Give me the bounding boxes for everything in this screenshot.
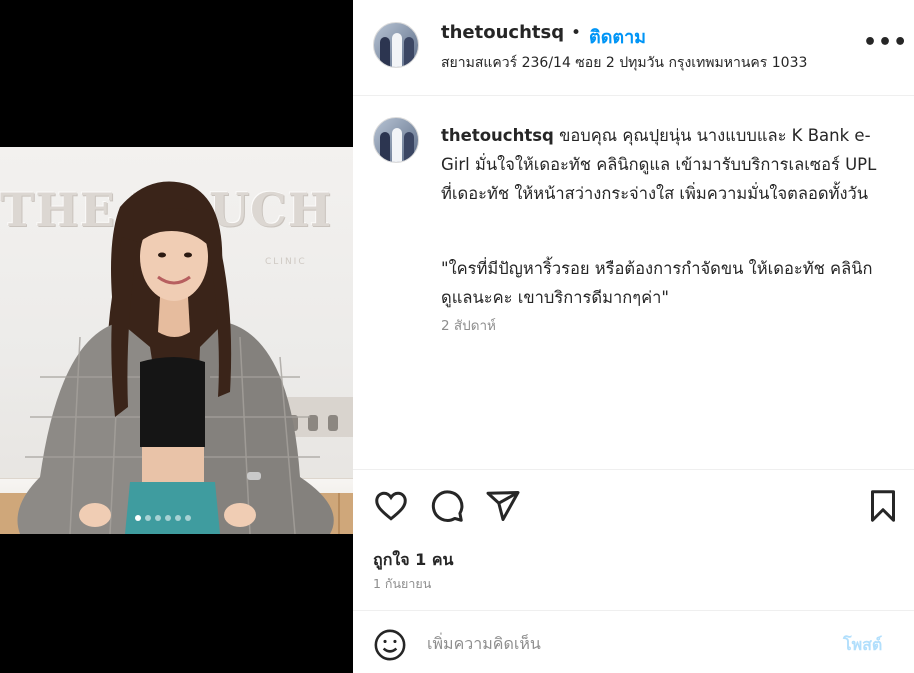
more-options-icon[interactable]: ••• bbox=[863, 30, 907, 60]
carousel-dot bbox=[144, 515, 151, 521]
likes-count[interactable]: ถูกใจ 1 คน bbox=[373, 548, 453, 573]
carousel-dot bbox=[134, 515, 141, 521]
separator-dot: • bbox=[571, 23, 582, 43]
bookmark-icon[interactable] bbox=[865, 488, 901, 524]
post-media: THE TOUCH CLINIC bbox=[0, 0, 353, 673]
post-header: thetouchtsq • ติดตาม สยามสแควร์ 236/14 ซ… bbox=[353, 0, 914, 96]
comment-icon[interactable] bbox=[429, 488, 465, 524]
carousel-indicator bbox=[0, 506, 339, 521]
caption-avatar[interactable] bbox=[373, 117, 419, 163]
comment-input[interactable] bbox=[427, 625, 817, 661]
location-link[interactable]: สยามสแควร์ 236/14 ซอย 2 ปทุมวัน กรุงเทพม… bbox=[441, 52, 807, 74]
heart-icon[interactable] bbox=[373, 488, 409, 524]
caption-username[interactable]: thetouchtsq bbox=[441, 126, 554, 145]
caption-quote: "ใครที่มีปัญหาริ้วรอย หรือต้องการกำจัดขน… bbox=[441, 259, 873, 307]
model-figure bbox=[17, 181, 334, 534]
post-photo[interactable]: THE TOUCH CLINIC bbox=[0, 147, 353, 534]
post-button[interactable]: โพสต์ bbox=[843, 633, 882, 658]
follow-button[interactable]: ติดตาม bbox=[589, 22, 646, 51]
smiley-icon[interactable] bbox=[373, 628, 407, 662]
comment-bar: โพสต์ bbox=[353, 610, 914, 673]
header-username[interactable]: thetouchtsq bbox=[441, 22, 564, 43]
carousel-dot bbox=[154, 515, 161, 521]
carousel-dot bbox=[164, 515, 171, 521]
post-details-panel: thetouchtsq • ติดตาม สยามสแควร์ 236/14 ซ… bbox=[353, 0, 914, 673]
caption-text: thetouchtsq ขอบคุณ คุณปุยนุ่น นางแบบและ … bbox=[441, 121, 891, 208]
caption-timestamp[interactable]: 2 สัปดาห์ bbox=[441, 314, 496, 336]
caption-section: thetouchtsq ขอบคุณ คุณปุยนุ่น นางแบบและ … bbox=[353, 97, 914, 469]
action-bar: ถูกใจ 1 คน 1 กันยายน bbox=[353, 469, 914, 609]
post-date: 1 กันยายน bbox=[373, 576, 432, 591]
carousel-dot bbox=[174, 515, 181, 521]
carousel-dot bbox=[184, 515, 191, 521]
share-icon[interactable] bbox=[485, 488, 521, 524]
avatar[interactable] bbox=[373, 22, 419, 68]
